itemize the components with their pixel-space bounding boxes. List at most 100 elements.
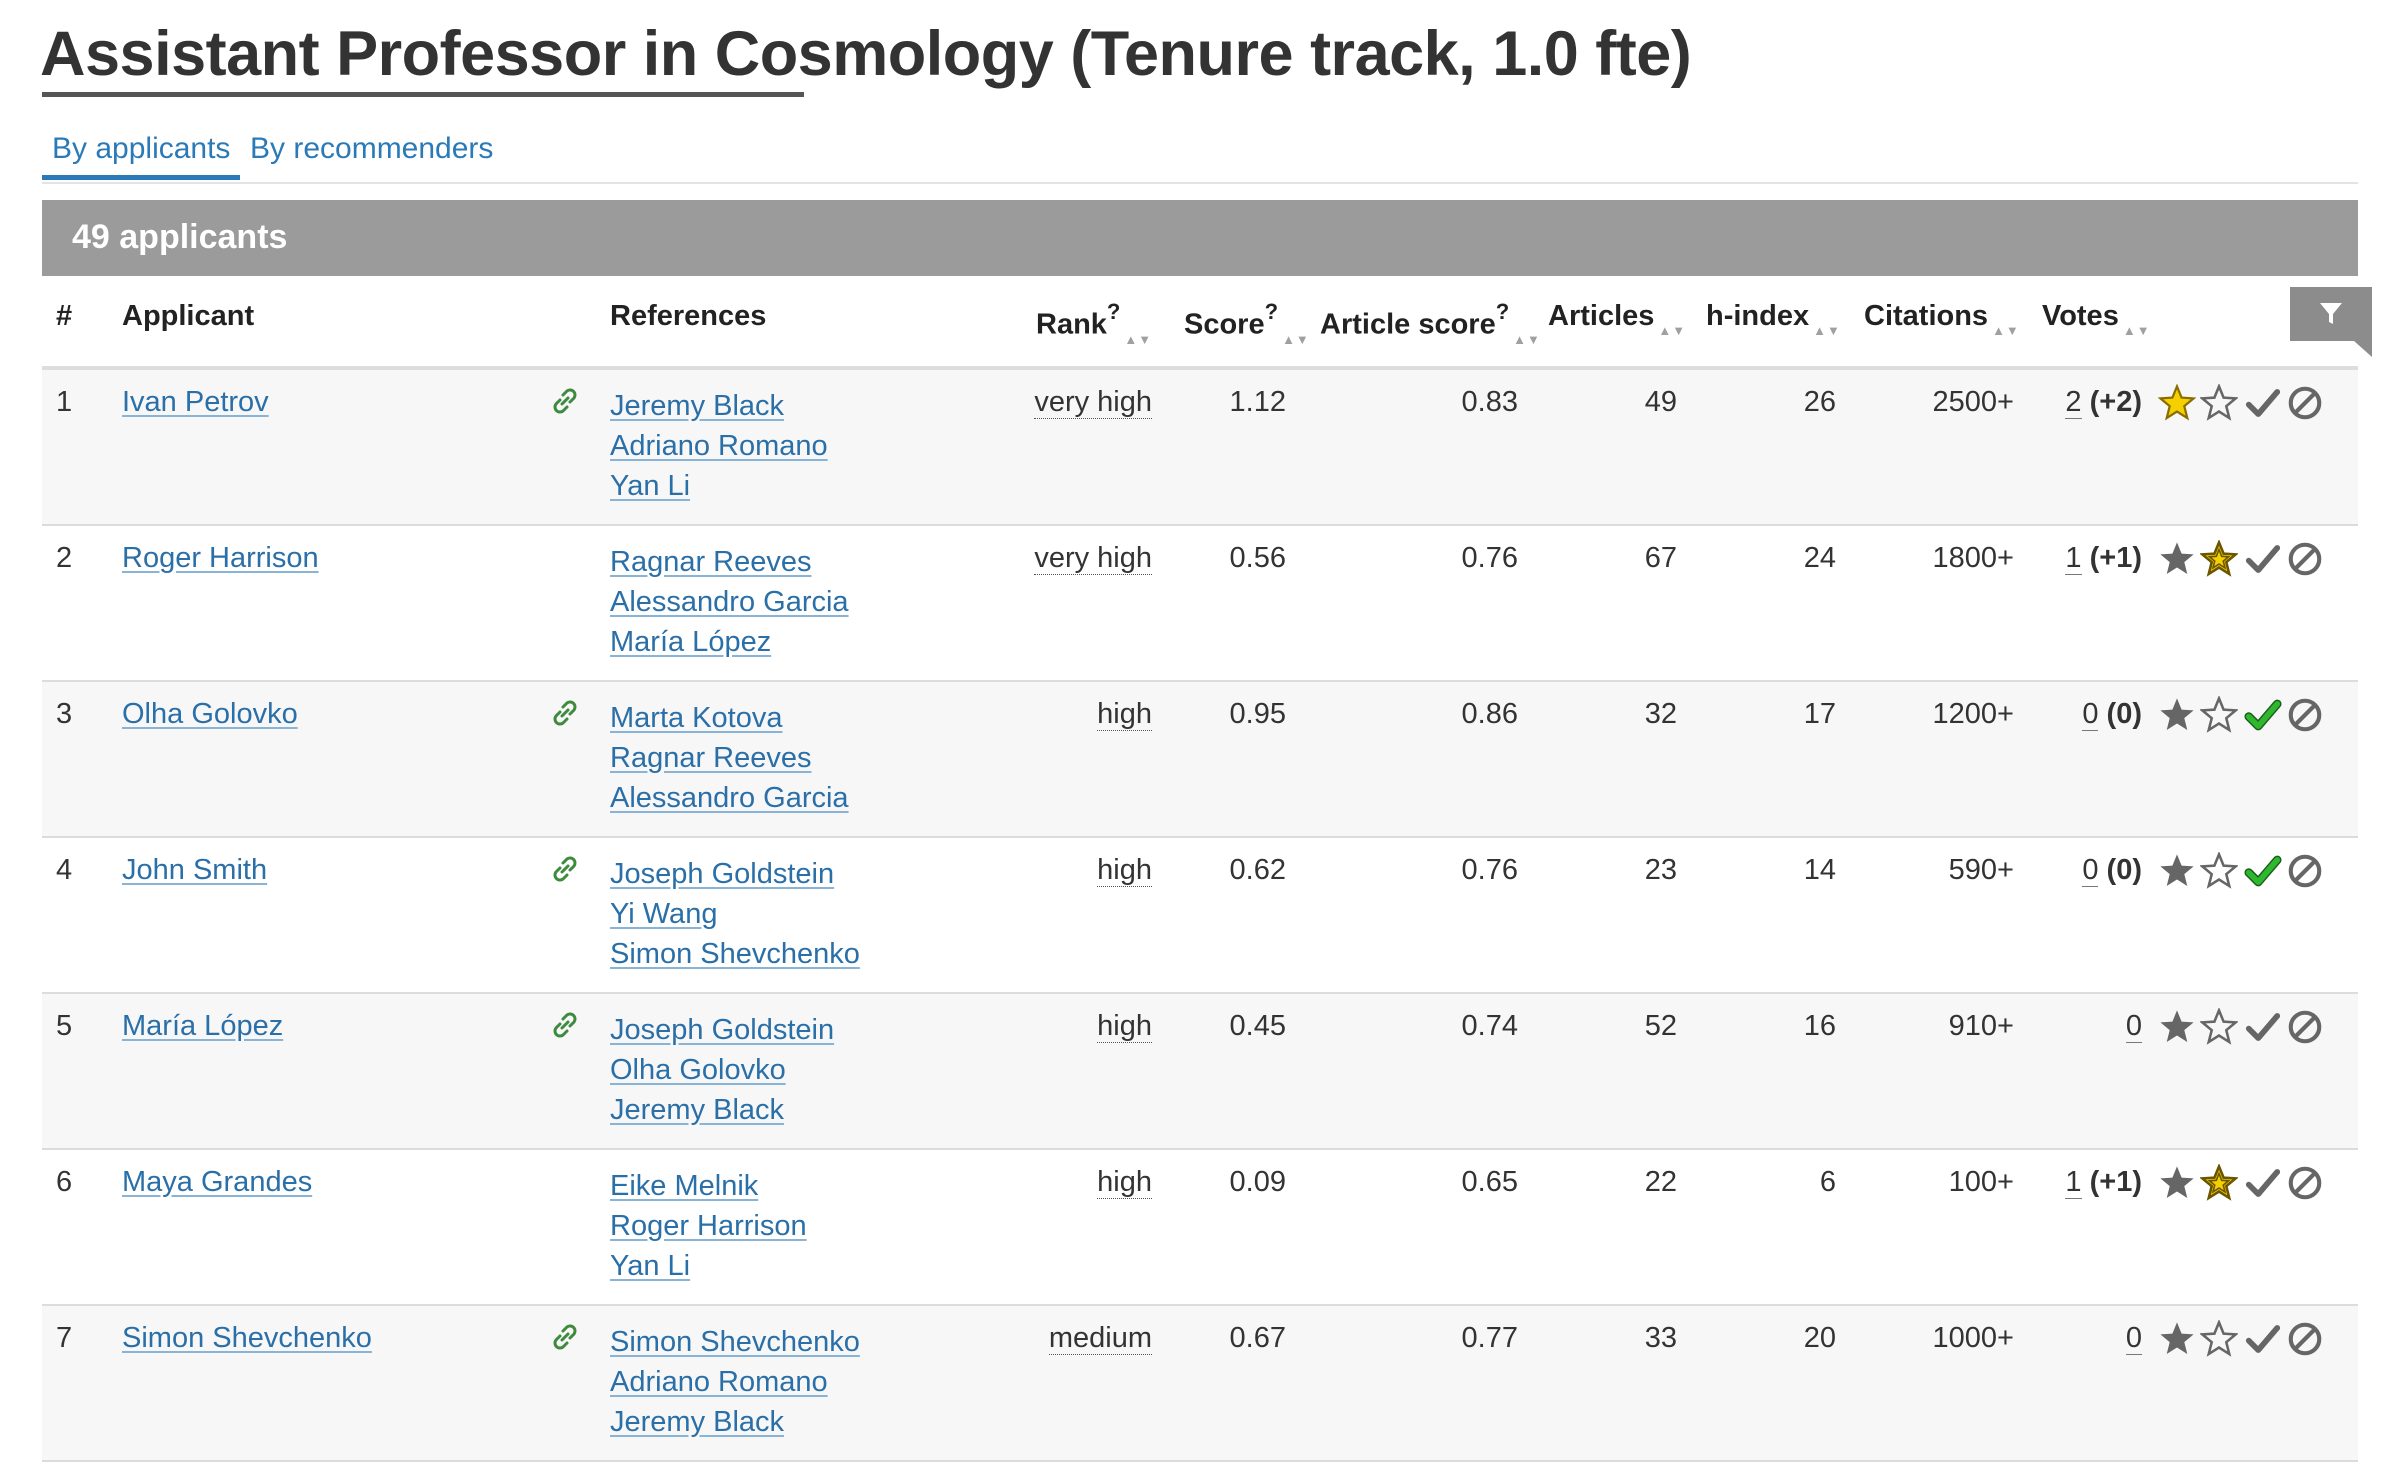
sort-citations-icon[interactable]: ▲▼ [1992, 324, 2020, 337]
applicant-name-link[interactable]: John Smith [122, 854, 267, 886]
rank-cell-value[interactable]: very high [1034, 542, 1152, 575]
score-help-icon[interactable]: ? [1265, 299, 1278, 324]
citations-cell-value: 100+ [1948, 1166, 2014, 1198]
reference-link[interactable]: Olha Golovko [610, 1054, 786, 1086]
reference-link[interactable]: Joseph Goldstein [610, 858, 834, 890]
sort-article-score-icon[interactable]: ▲▼ [1513, 333, 1541, 346]
favorite-button[interactable] [2199, 1163, 2239, 1202]
reference-link[interactable]: Simon Shevchenko [610, 938, 860, 970]
rank-help-icon[interactable]: ? [1107, 299, 1120, 324]
reject-button[interactable] [2286, 384, 2324, 422]
reference-link[interactable]: Marta Kotova [610, 702, 782, 734]
reject-button[interactable] [2286, 852, 2324, 890]
applicant-name-link[interactable]: Olha Golovko [122, 698, 298, 730]
link-icon[interactable] [548, 1320, 582, 1354]
rank-cell-value[interactable]: high [1097, 1166, 1152, 1199]
star-vote-button[interactable] [2158, 696, 2196, 734]
reference-link[interactable]: Adriano Romano [610, 1366, 828, 1398]
star-vote-button[interactable] [2158, 852, 2196, 890]
reject-button[interactable] [2286, 1008, 2324, 1046]
col-votes-label: Votes [2042, 300, 2119, 332]
link-icon[interactable] [548, 696, 582, 730]
rank-cell-value[interactable]: high [1097, 854, 1152, 887]
accept-button[interactable] [2244, 540, 2282, 578]
favorite-button[interactable] [2199, 539, 2239, 578]
col-hindex[interactable]: h-index ▲▼ [1706, 276, 1841, 366]
reference-link[interactable]: Ragnar Reeves [610, 546, 812, 578]
accept-button[interactable] [2244, 852, 2282, 890]
reference-link[interactable]: Yi Wang [610, 898, 717, 930]
reference-link[interactable]: Alessandro Garcia [610, 782, 849, 814]
votes-count[interactable]: 0 [2082, 698, 2099, 731]
tab-by-recommenders[interactable]: By recommenders [240, 126, 503, 180]
star-vote-button[interactable] [2158, 1320, 2196, 1358]
filter-button[interactable] [2290, 287, 2372, 341]
reference-link[interactable]: Adriano Romano [610, 430, 828, 462]
row-number: 4 [56, 854, 73, 886]
col-votes[interactable]: Votes ▲▼ [2042, 276, 2151, 366]
reference-link[interactable]: Yan Li [610, 1250, 690, 1282]
reference-link[interactable]: Joseph Goldstein [610, 1014, 834, 1046]
reference-link[interactable]: Jeremy Black [610, 390, 784, 422]
reference-link[interactable]: Alessandro Garcia [610, 586, 849, 618]
favorite-button[interactable] [2199, 1007, 2239, 1046]
votes-count[interactable]: 0 [2125, 1010, 2142, 1043]
col-articles[interactable]: Articles ▲▼ [1548, 276, 1686, 366]
accept-button[interactable] [2244, 1008, 2282, 1046]
reject-button[interactable] [2286, 540, 2324, 578]
votes-count[interactable]: 1 [2065, 542, 2082, 575]
col-citations[interactable]: Citations ▲▼ [1864, 276, 2020, 366]
applicant-name-link[interactable]: Maya Grandes [122, 1166, 312, 1198]
sort-score-icon[interactable]: ▲▼ [1282, 333, 1310, 346]
votes-count[interactable]: 0 [2125, 1322, 2142, 1355]
favorite-button[interactable] [2199, 1319, 2239, 1358]
accept-button[interactable] [2244, 696, 2282, 734]
reference-item: Simon Shevchenko [610, 934, 860, 974]
reference-link[interactable]: Yan Li [610, 470, 690, 502]
rank-cell-value[interactable]: high [1097, 698, 1152, 731]
col-rank[interactable]: Rank? ▲▼ [1036, 276, 1152, 366]
reference-link[interactable]: Simon Shevchenko [610, 1326, 860, 1358]
star-vote-button[interactable] [2157, 383, 2197, 422]
sort-articles-icon[interactable]: ▲▼ [1658, 324, 1686, 337]
rank-cell-value[interactable]: very high [1034, 386, 1152, 419]
star-vote-button[interactable] [2158, 540, 2196, 578]
reference-link[interactable]: Ragnar Reeves [610, 742, 812, 774]
reference-link[interactable]: Jeremy Black [610, 1094, 784, 1126]
sort-hindex-icon[interactable]: ▲▼ [1813, 324, 1841, 337]
col-score[interactable]: Score? ▲▼ [1184, 276, 1310, 366]
rank-cell-value[interactable]: high [1097, 1010, 1152, 1043]
reference-link[interactable]: Eike Melnik [610, 1170, 758, 1202]
tab-by-applicants[interactable]: By applicants [42, 126, 241, 180]
star-vote-button[interactable] [2158, 1164, 2196, 1202]
sort-rank-icon[interactable]: ▲▼ [1124, 333, 1152, 346]
accept-button[interactable] [2244, 1320, 2282, 1358]
link-icon[interactable] [548, 1008, 582, 1042]
reject-button[interactable] [2286, 1320, 2324, 1358]
applicant-name-link[interactable]: Roger Harrison [122, 542, 319, 574]
link-icon[interactable] [548, 852, 582, 886]
applicant-name-link[interactable]: Simon Shevchenko [122, 1322, 372, 1354]
reference-link[interactable]: Jeremy Black [610, 1406, 784, 1438]
star-vote-button[interactable] [2158, 1008, 2196, 1046]
accept-button[interactable] [2244, 384, 2282, 422]
article-score-help-icon[interactable]: ? [1496, 299, 1509, 324]
votes-count[interactable]: 2 [2065, 386, 2082, 419]
reject-button[interactable] [2286, 696, 2324, 734]
favorite-button[interactable] [2199, 851, 2239, 890]
votes-count[interactable]: 0 [2082, 854, 2099, 887]
applicant-name-link[interactable]: Ivan Petrov [122, 386, 269, 418]
rank-cell-value[interactable]: medium [1048, 1322, 1152, 1355]
favorite-button[interactable] [2199, 695, 2239, 734]
applicant-name-link[interactable]: María López [122, 1010, 283, 1042]
votes-count[interactable]: 1 [2065, 1166, 2082, 1199]
link-icon[interactable] [548, 384, 582, 418]
accept-button[interactable] [2244, 1164, 2282, 1202]
favorite-button[interactable] [2199, 383, 2239, 422]
reference-link[interactable]: Roger Harrison [610, 1210, 807, 1242]
reference-link[interactable]: María López [610, 626, 771, 658]
sort-votes-icon[interactable]: ▲▼ [2123, 324, 2151, 337]
reject-button[interactable] [2286, 1164, 2324, 1202]
col-article-score[interactable]: Article score? ▲▼ [1320, 276, 1541, 366]
vote-actions [2158, 695, 2338, 736]
